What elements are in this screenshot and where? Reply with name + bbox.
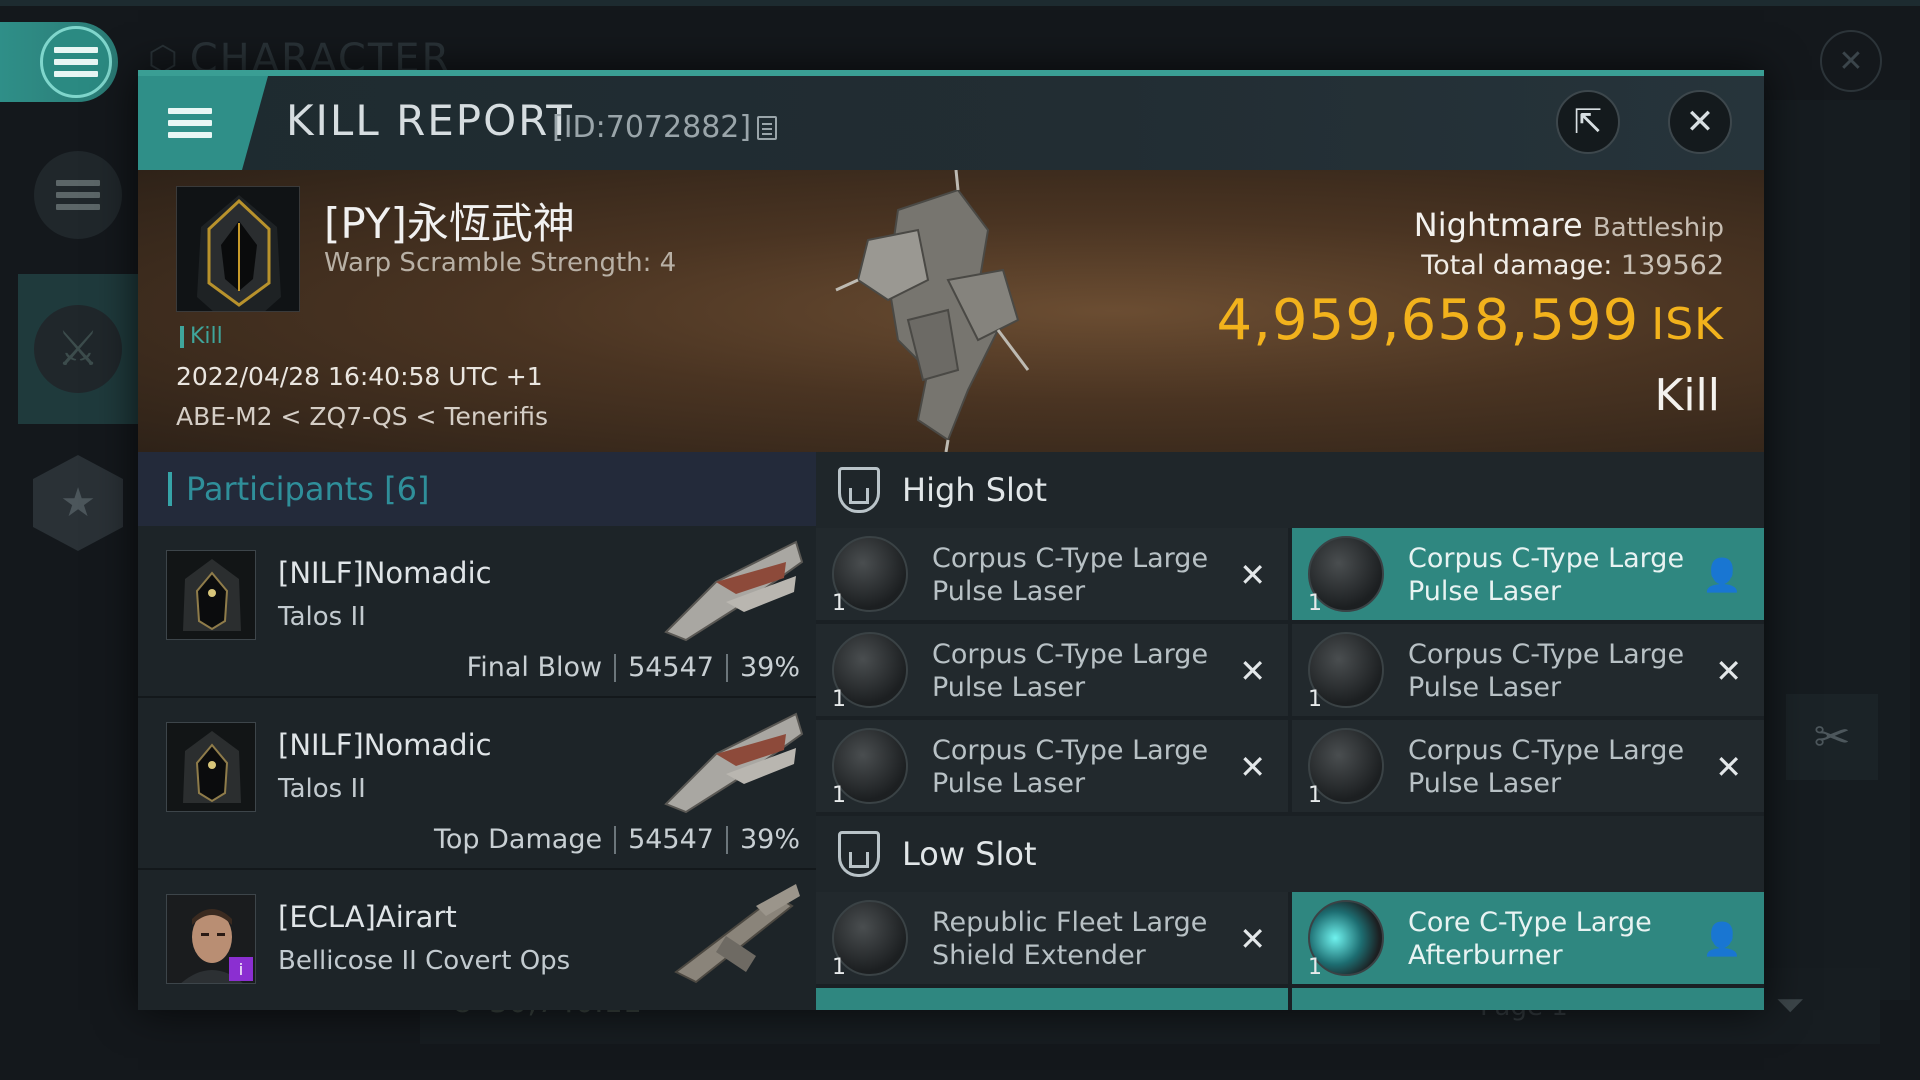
kill-result: Kill	[1654, 370, 1720, 421]
copy-icon[interactable]	[757, 115, 778, 140]
sidebar-favorites-item[interactable]: ★	[18, 428, 138, 578]
low-slot-header: Low Slot	[816, 816, 1764, 892]
module-item-partial[interactable]	[1292, 988, 1764, 1010]
participant-ship: Talos II	[278, 774, 366, 804]
module-item-partial[interactable]	[816, 988, 1288, 1010]
share-icon: ⇱	[1573, 102, 1603, 142]
menu-icon	[40, 26, 112, 98]
destroyed-x-icon: ✕	[1239, 920, 1266, 958]
destroyed-x-icon: ✕	[1715, 748, 1742, 786]
divider	[614, 825, 617, 854]
background-close-icon[interactable]: ✕	[1820, 30, 1882, 92]
list-icon	[34, 151, 122, 239]
modal-title: KILL REPORT	[286, 96, 574, 145]
modal-menu-button[interactable]	[138, 76, 268, 170]
low-slot-icon	[838, 831, 880, 877]
divider	[725, 653, 728, 682]
kill-id[interactable]: [ID:7072882]	[552, 110, 778, 145]
participant-ship: Talos II	[278, 602, 366, 632]
module-item[interactable]: 1 Core C-Type Large Afterburner 👤	[1292, 892, 1764, 984]
fitting-panel: High Slot 1 Corpus C-Type Large Pulse La…	[816, 452, 1764, 1010]
total-damage: Total damage: 139562	[1421, 250, 1724, 281]
module-item[interactable]: 1 Corpus C-Type Large Pulse Laser ✕	[816, 528, 1288, 620]
participant-name: [NILF]Nomadic	[278, 556, 492, 590]
participant-portrait	[166, 550, 256, 640]
divider	[725, 825, 728, 854]
victim-ship-name[interactable]: Nightmare Battleship	[1414, 206, 1724, 244]
menu-icon	[168, 102, 212, 144]
background-sidebar: ⚔ ★	[18, 120, 138, 560]
kill-tag: Kill	[180, 324, 223, 349]
module-item[interactable]: 1 Corpus C-Type Large Pulse Laser 👤	[1292, 528, 1764, 620]
module-item[interactable]: 1 Corpus C-Type Large Pulse Laser ✕	[1292, 624, 1764, 716]
destroyed-x-icon: ✕	[1239, 652, 1266, 690]
participant-row[interactable]: [NILF]Nomadic Talos II Final Blow 54547 …	[138, 526, 816, 698]
kill-report-modal: KILL REPORT [ID:7072882] ⇱ ✕ [PY]永恆武神 Wa…	[138, 70, 1764, 1010]
destroyed-x-icon: ✕	[1239, 556, 1266, 594]
close-icon: ✕	[1685, 102, 1715, 142]
participants-panel: Participants [6] [NILF]Nomadic Talos II …	[138, 452, 816, 1010]
background-top-bar	[0, 0, 1920, 6]
person-icon: 👤	[1702, 556, 1742, 594]
module-item[interactable]: 1 Corpus C-Type Large Pulse Laser ✕	[816, 720, 1288, 812]
high-slot-modules: 1 Corpus C-Type Large Pulse Laser ✕ 1 Co…	[816, 528, 1764, 812]
victim-name[interactable]: [PY]永恆武神	[324, 190, 575, 251]
participant-name: [NILF]Nomadic	[278, 728, 492, 762]
kill-datetime: 2022/04/28 16:40:58 UTC +1	[176, 362, 543, 391]
module-item[interactable]: 1 Republic Fleet Large Shield Extender ✕	[816, 892, 1288, 984]
victim-ship-image[interactable]	[828, 170, 1038, 452]
main-menu-button[interactable]	[0, 22, 118, 102]
participant-name: [ECLA]Airart	[278, 900, 457, 934]
isk-value: 4,959,658,599 ISK	[1216, 288, 1724, 353]
person-icon: 👤	[1702, 920, 1742, 958]
low-slot-modules: 1 Republic Fleet Large Shield Extender ✕…	[816, 892, 1764, 1010]
destroyed-x-icon: ✕	[1715, 652, 1742, 690]
close-button[interactable]: ✕	[1668, 90, 1732, 154]
participant-ship-image	[664, 540, 804, 642]
star-icon: ★	[33, 455, 123, 551]
destroyed-x-icon: ✕	[1239, 748, 1266, 786]
tab-indicator	[168, 472, 172, 506]
crossed-swords-icon: ⚔	[34, 305, 122, 393]
info-badge-icon: i	[229, 957, 253, 981]
victim-portrait[interactable]	[176, 186, 300, 312]
warp-scramble-strength: Warp Scramble Strength: 4	[324, 248, 677, 278]
high-slot-header: High Slot	[816, 452, 1764, 528]
participant-stats: Final Blow 54547 39%	[466, 652, 800, 683]
participant-portrait	[166, 722, 256, 812]
modal-header: KILL REPORT [ID:7072882] ⇱ ✕	[138, 76, 1764, 170]
participant-ship-image	[664, 712, 804, 814]
high-slot-icon	[838, 467, 880, 513]
kill-summary: [PY]永恆武神 Warp Scramble Strength: 4 Kill …	[138, 170, 1764, 452]
participants-tab[interactable]: Participants [6]	[138, 452, 816, 526]
participant-portrait: i	[166, 894, 256, 984]
participant-stats: Top Damage 54547 39%	[434, 824, 800, 855]
tools-icon[interactable]: ✂	[1786, 694, 1878, 780]
tag-bar	[180, 325, 184, 348]
participant-ship-image	[674, 884, 800, 984]
participant-row[interactable]: i [ECLA]Airart Bellicose II Covert Ops	[138, 870, 816, 1010]
participant-row[interactable]: [NILF]Nomadic Talos II Top Damage 54547 …	[138, 698, 816, 870]
module-item[interactable]: 1 Corpus C-Type Large Pulse Laser ✕	[1292, 720, 1764, 812]
share-button[interactable]: ⇱	[1556, 90, 1620, 154]
participant-ship: Bellicose II Covert Ops	[278, 946, 571, 976]
sidebar-combat-item[interactable]: ⚔	[18, 274, 138, 424]
divider	[614, 653, 617, 682]
kill-location[interactable]: ABE-M2 < ZQ7-QS < Tenerifis	[176, 402, 548, 431]
sidebar-list-item[interactable]	[18, 120, 138, 270]
module-item[interactable]: 1 Corpus C-Type Large Pulse Laser ✕	[816, 624, 1288, 716]
